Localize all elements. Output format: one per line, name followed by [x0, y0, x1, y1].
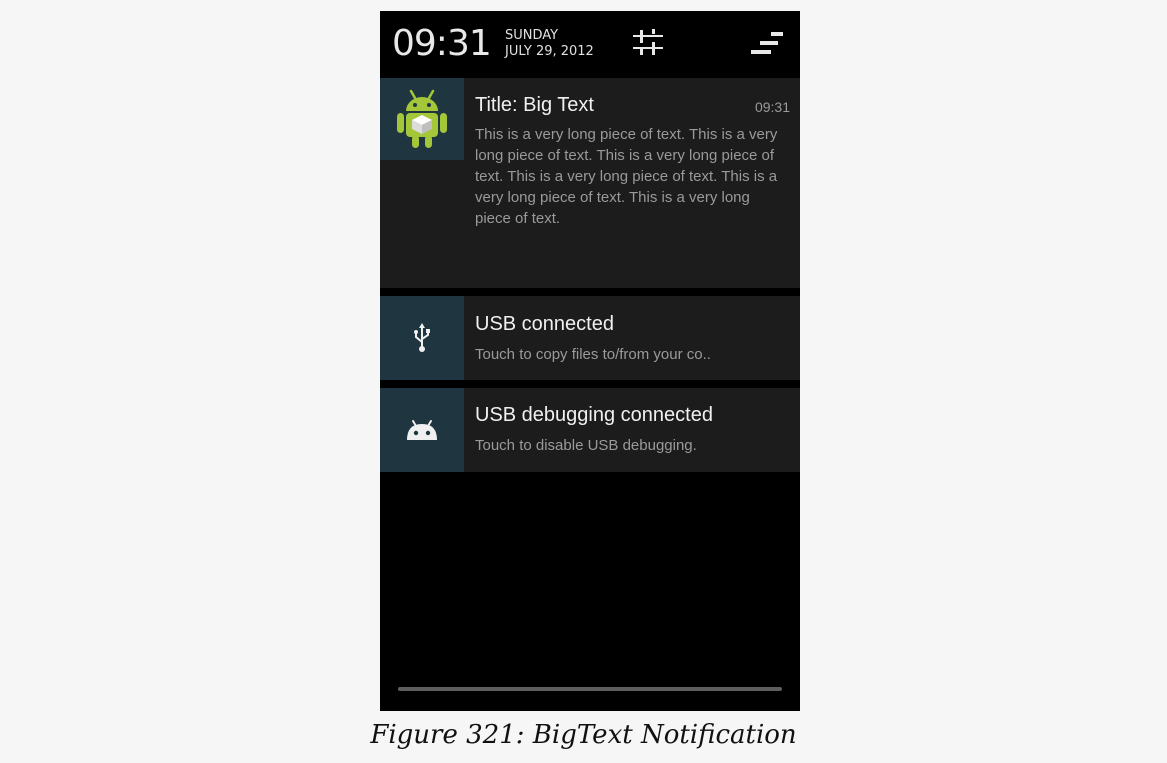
notification-text: Touch to copy files to/from your co.. — [475, 346, 711, 363]
notification-time: 09:31 — [754, 99, 790, 115]
notification-icon-box — [380, 388, 464, 472]
notification-text: This is a very long piece of text. This … — [475, 126, 778, 227]
notification-title: USB connected — [475, 313, 614, 335]
notification-title: Title: Big Text — [475, 94, 594, 116]
clear-all-icon — [751, 32, 783, 54]
quick-settings-button[interactable] — [632, 27, 664, 59]
notification-icon-box — [380, 78, 464, 160]
notification-usb-debugging[interactable]: USB debugging connected Touch to disable… — [380, 388, 800, 472]
notification-text: Touch to disable USB debugging. — [475, 437, 697, 454]
quick-settings-sliders-icon — [633, 29, 663, 55]
android-app-icon — [397, 89, 447, 148]
shade-drag-handle[interactable] — [398, 687, 782, 691]
usb-icon — [414, 323, 430, 352]
day-label: SUNDAY — [505, 28, 559, 43]
clock: 09:31 — [392, 23, 492, 64]
notification-icon-box — [380, 296, 464, 380]
figure-caption: Figure 321: BigText Notification — [370, 720, 797, 750]
android-debug-icon — [407, 420, 437, 440]
status-header: 09:31 SUNDAY JULY 29, 2012 — [380, 11, 800, 77]
notification-shade: 09:31 SUNDAY JULY 29, 2012 Title: Big Te… — [380, 11, 800, 711]
notification-big-text[interactable]: Title: Big Text 09:31 This is a very lon… — [380, 78, 800, 288]
notification-usb-connected[interactable]: USB connected Touch to copy files to/fro… — [380, 296, 800, 380]
date-label: JULY 29, 2012 — [505, 44, 594, 59]
clear-all-button[interactable] — [749, 30, 785, 58]
notification-title: USB debugging connected — [475, 404, 713, 426]
date-block: SUNDAY JULY 29, 2012 — [505, 28, 594, 60]
